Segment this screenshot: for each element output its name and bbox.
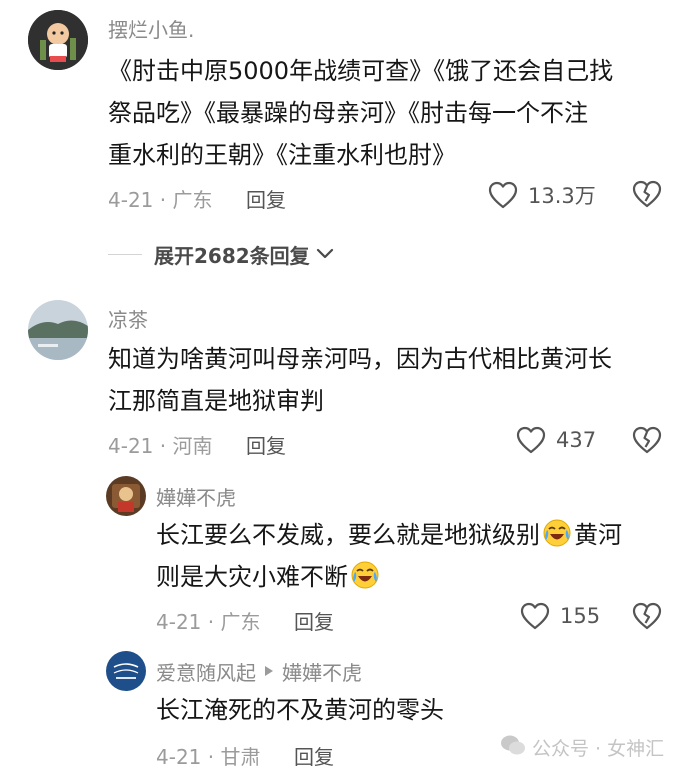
comment-date-location: 4-21 · 河南 (108, 434, 213, 458)
reply-button[interactable]: 回复 (294, 741, 334, 770)
username[interactable]: 嬅嬅不虎 (156, 482, 236, 511)
like-count: 13.3万 (528, 184, 596, 208)
broken-heart-icon (632, 180, 662, 212)
broken-heart-icon (632, 426, 662, 458)
reply-line: 长江淹死的不及黄河的零头 (156, 696, 444, 724)
reply-text: 长江淹死的不及黄河的零头 (156, 689, 676, 731)
expand-replies-label: 展开2682条回复 (154, 244, 310, 268)
comment-line: 《肘击中原5000年战绩可查》《饿了还会自己找 (108, 57, 614, 85)
reply-button[interactable]: 回复 (246, 430, 286, 459)
like-button[interactable]: 437 (516, 426, 596, 454)
triangle-right-icon (264, 662, 274, 681)
watermark: 公众号 · 女神汇 (500, 728, 690, 768)
avatar[interactable] (106, 476, 146, 516)
comment-text: 《肘击中原5000年战绩可查》《饿了还会自己找 祭品吃》《最暴躁的母亲河》《肘击… (108, 50, 668, 176)
reply-text-segment: 长江要么不发威，要么就是地狱级别 (156, 521, 540, 549)
dislike-button[interactable] (632, 180, 662, 212)
comment-line: 祭品吃》《最暴躁的母亲河》《肘击每一个不注 (108, 99, 588, 127)
reply-date-location: 4-21 · 甘肃 (156, 745, 261, 769)
dislike-button[interactable] (632, 602, 662, 634)
username[interactable]: 凉茶 (108, 304, 148, 333)
laughing-crying-emoji (350, 560, 380, 590)
reply-line: 长江要么不发威，要么就是地狱级别 黄河 (156, 514, 676, 556)
dislike-button[interactable] (632, 426, 662, 458)
comment-line: 重水利的王朝》《注重水利也肘》 (108, 141, 456, 169)
like-button[interactable]: 13.3万 (488, 180, 596, 210)
watermark-text: 公众号 · 女神汇 (532, 738, 665, 760)
comment-date-location: 4-21 · 广东 (108, 188, 213, 212)
divider (108, 254, 142, 255)
chevron-down-icon (316, 245, 334, 264)
heart-outline-icon (520, 602, 550, 630)
wechat-icon (500, 734, 526, 760)
avatar[interactable] (106, 651, 146, 691)
reply-button[interactable]: 回复 (246, 184, 286, 213)
reply-text-segment: 黄河 (574, 521, 622, 549)
like-button[interactable]: 155 (520, 602, 600, 630)
heart-outline-icon (516, 426, 546, 454)
heart-outline-icon (488, 181, 518, 209)
reply-line: 则是大灾小难不断 (156, 556, 676, 598)
avatar[interactable] (28, 300, 88, 360)
broken-heart-icon (632, 602, 662, 634)
reply-text: 长江要么不发威，要么就是地狱级别 黄河 则是大灾小难不断 (156, 514, 676, 598)
username[interactable]: 爱意随风起 (156, 657, 256, 686)
reply-header: 爱意随风起 嬅嬅不虎 (156, 657, 362, 686)
comment-text: 知道为啥黄河叫母亲河吗，因为古代相比黄河长 江那简直是地狱审判 (108, 338, 668, 422)
expand-replies-button[interactable]: 展开2682条回复 (108, 240, 334, 269)
comment-item: 摆烂小鱼. 《肘击中原5000年战绩可查》《饿了还会自己找 祭品吃》《最暴躁的母… (0, 0, 690, 225)
reply-item: 嬅嬅不虎 长江要么不发威，要么就是地狱级别 黄河 则是大灾小难不断 4-21 · … (0, 470, 690, 640)
reply-date-location: 4-21 · 广东 (156, 610, 261, 634)
comment-line: 江那简直是地狱审判 (108, 387, 324, 415)
username[interactable]: 摆烂小鱼. (108, 14, 194, 43)
like-count: 437 (556, 428, 597, 452)
comment-line: 知道为啥黄河叫母亲河吗，因为古代相比黄河长 (108, 345, 612, 373)
avatar[interactable] (28, 10, 88, 70)
like-count: 155 (560, 604, 601, 628)
laughing-crying-emoji (542, 518, 572, 548)
reply-to-username[interactable]: 嬅嬅不虎 (282, 657, 362, 686)
reply-button[interactable]: 回复 (294, 606, 334, 635)
comment-item: 凉茶 知道为啥黄河叫母亲河吗，因为古代相比黄河长 江那简直是地狱审判 4-21 … (0, 290, 690, 470)
reply-text-segment: 则是大灾小难不断 (156, 563, 348, 591)
